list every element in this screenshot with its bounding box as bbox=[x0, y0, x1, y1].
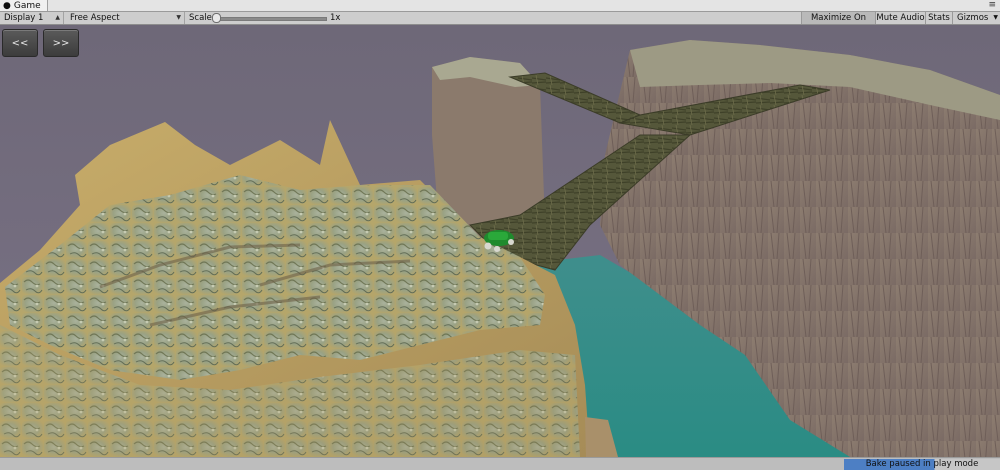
display-dropdown[interactable]: Display 1 ▲ bbox=[0, 12, 64, 24]
stats-toggle[interactable]: Stats bbox=[925, 12, 952, 24]
stats-label: Stats bbox=[928, 13, 950, 23]
previous-button-label: << bbox=[11, 37, 29, 49]
chevron-down-icon: ▼ bbox=[993, 14, 998, 21]
bake-progress-bar: Bake paused in play mode bbox=[844, 459, 1000, 470]
scale-slider-thumb[interactable] bbox=[212, 13, 222, 23]
tab-game[interactable]: ● Game bbox=[0, 0, 48, 11]
mute-audio-label: Mute Audio bbox=[876, 13, 925, 23]
bake-status-text: Bake paused in play mode bbox=[865, 459, 979, 469]
aspect-dropdown[interactable]: Free Aspect ▼ bbox=[66, 12, 185, 24]
game-toolbar: Display 1 ▲ Free Aspect ▼ Scale 1x Maxim… bbox=[0, 12, 1000, 35]
tab-game-label: Game bbox=[13, 0, 41, 11]
window-menu-icon[interactable]: ≡ bbox=[988, 0, 996, 10]
game-viewport[interactable]: << >> bbox=[0, 25, 1000, 457]
aspect-dropdown-label: Free Aspect bbox=[70, 13, 120, 23]
game-scene bbox=[0, 25, 1000, 457]
scale-label: Scale bbox=[189, 13, 212, 23]
previous-button[interactable]: << bbox=[2, 29, 38, 57]
game-controller-icon: ● bbox=[3, 0, 11, 11]
window-titlebar: ● Game ≡ bbox=[0, 0, 1000, 12]
maximize-on-play-toggle[interactable]: Maximize On Play bbox=[801, 12, 875, 35]
status-bar: Bake paused in play mode bbox=[0, 457, 1000, 470]
next-button-label: >> bbox=[52, 37, 70, 49]
gizmos-label: Gizmos bbox=[957, 13, 989, 23]
display-dropdown-label: Display 1 bbox=[4, 13, 44, 23]
gizmos-dropdown[interactable]: Gizmos ▼ bbox=[952, 12, 1000, 24]
mute-audio-toggle[interactable]: Mute Audio bbox=[875, 12, 925, 24]
scale-slider-track[interactable] bbox=[213, 17, 327, 21]
scale-value: 1x bbox=[330, 13, 341, 23]
next-button[interactable]: >> bbox=[43, 29, 79, 57]
chevron-down-icon: ▲ bbox=[55, 14, 60, 21]
chevron-down-icon: ▼ bbox=[176, 14, 181, 21]
